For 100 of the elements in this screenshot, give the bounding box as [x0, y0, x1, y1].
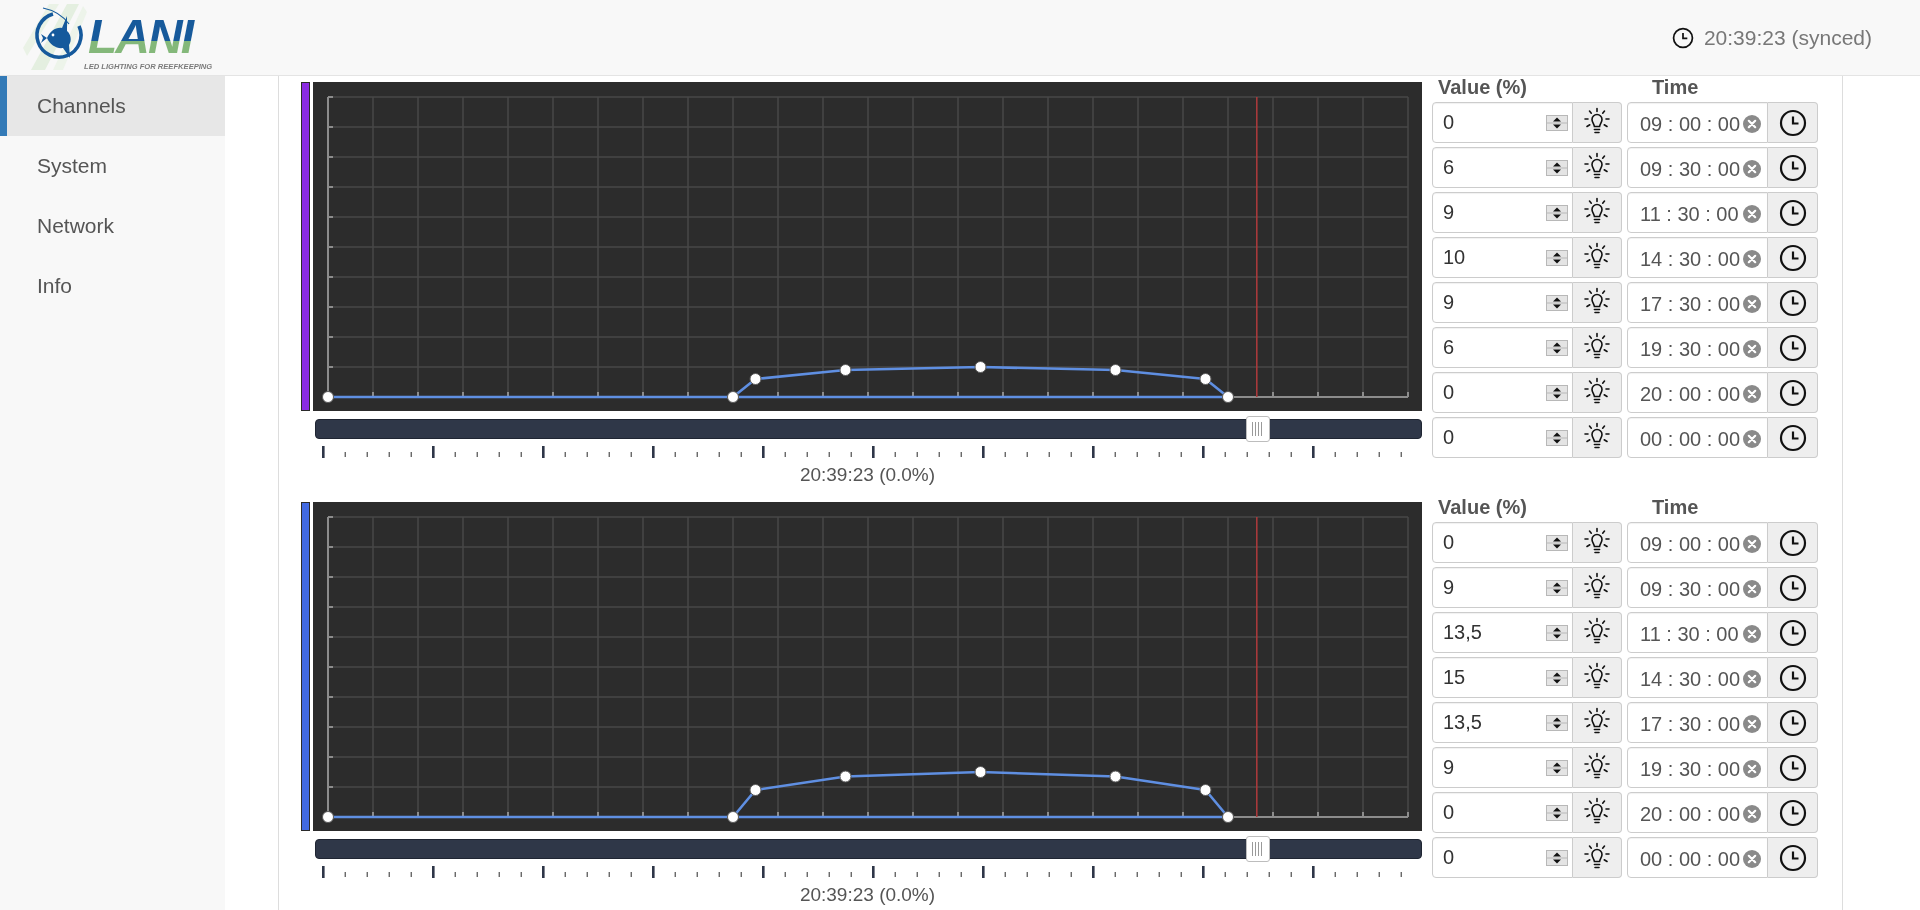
clock-button[interactable]	[1768, 837, 1818, 878]
time-input[interactable]: 14 : 30 : 00	[1627, 657, 1768, 698]
time-input[interactable]: 09 : 00 : 00	[1627, 522, 1768, 563]
time-slider-track[interactable]	[315, 419, 1422, 439]
bulb-button[interactable]	[1573, 282, 1622, 323]
clear-icon[interactable]	[1743, 115, 1761, 133]
clear-icon[interactable]	[1743, 250, 1761, 268]
value-input[interactable]: 6	[1432, 327, 1573, 368]
chart-point[interactable]	[974, 361, 987, 373]
time-input[interactable]: 09 : 30 : 00	[1627, 567, 1768, 608]
time-input[interactable]: 11 : 30 : 00	[1627, 612, 1768, 653]
clock-button[interactable]	[1768, 237, 1818, 278]
chart-point[interactable]	[1222, 811, 1234, 823]
value-input[interactable]: 6	[1432, 147, 1573, 188]
bulb-button[interactable]	[1573, 792, 1622, 833]
clock-button[interactable]	[1768, 102, 1818, 143]
chart-point[interactable]	[1222, 391, 1234, 403]
time-input[interactable]: 14 : 30 : 00	[1627, 237, 1768, 278]
slider-thumb[interactable]	[1245, 416, 1270, 442]
clear-icon[interactable]	[1743, 850, 1761, 868]
time-input[interactable]: 09 : 30 : 00	[1627, 147, 1768, 188]
value-input[interactable]: 0	[1432, 792, 1573, 833]
clear-icon[interactable]	[1743, 760, 1761, 778]
chart-point[interactable]	[1199, 784, 1212, 796]
chart-point[interactable]	[839, 364, 852, 376]
clock-button[interactable]	[1768, 522, 1818, 563]
bulb-button[interactable]	[1573, 522, 1622, 563]
clear-icon[interactable]	[1743, 805, 1761, 823]
spinner-icon[interactable]	[1546, 714, 1568, 731]
spinner-icon[interactable]	[1546, 114, 1568, 131]
spinner-icon[interactable]	[1546, 159, 1568, 176]
clear-icon[interactable]	[1743, 625, 1761, 643]
value-input[interactable]: 0	[1432, 522, 1573, 563]
chart-point[interactable]	[1109, 364, 1122, 376]
bulb-button[interactable]	[1573, 237, 1622, 278]
time-input[interactable]: 00 : 00 : 00	[1627, 417, 1768, 458]
clock-button[interactable]	[1768, 792, 1818, 833]
value-input[interactable]: 13,5	[1432, 612, 1573, 653]
clear-icon[interactable]	[1743, 580, 1761, 598]
spinner-icon[interactable]	[1546, 624, 1568, 641]
value-input[interactable]: 9	[1432, 747, 1573, 788]
value-input[interactable]: 0	[1432, 372, 1573, 413]
sidebar-item[interactable]: System	[0, 136, 225, 196]
spinner-icon[interactable]	[1546, 534, 1568, 551]
clock-button[interactable]	[1768, 747, 1818, 788]
clock-button[interactable]	[1768, 612, 1818, 653]
time-input[interactable]: 20 : 00 : 00	[1627, 792, 1768, 833]
clear-icon[interactable]	[1743, 340, 1761, 358]
spinner-icon[interactable]	[1546, 804, 1568, 821]
clock-button[interactable]	[1768, 147, 1818, 188]
value-input[interactable]: 15	[1432, 657, 1573, 698]
bulb-button[interactable]	[1573, 417, 1622, 458]
clock-button[interactable]	[1768, 567, 1818, 608]
chart-point[interactable]	[749, 373, 762, 385]
value-input[interactable]: 9	[1432, 192, 1573, 233]
chart-point[interactable]	[749, 784, 762, 796]
clock-button[interactable]	[1768, 327, 1818, 368]
time-input[interactable]: 00 : 00 : 00	[1627, 837, 1768, 878]
time-input[interactable]: 09 : 00 : 00	[1627, 102, 1768, 143]
chart-point[interactable]	[839, 770, 852, 783]
spinner-icon[interactable]	[1546, 429, 1568, 446]
chart-point[interactable]	[322, 811, 334, 823]
chart-point[interactable]	[1109, 770, 1122, 783]
bulb-button[interactable]	[1573, 747, 1622, 788]
bulb-button[interactable]	[1573, 837, 1622, 878]
chart-point[interactable]	[974, 766, 987, 778]
time-input[interactable]: 17 : 30 : 00	[1627, 702, 1768, 743]
clear-icon[interactable]	[1743, 535, 1761, 553]
clear-icon[interactable]	[1743, 385, 1761, 403]
chart-point[interactable]	[1199, 373, 1212, 385]
clock-button[interactable]	[1768, 417, 1818, 458]
time-input[interactable]: 19 : 30 : 00	[1627, 327, 1768, 368]
clock-button[interactable]	[1768, 657, 1818, 698]
clock-button[interactable]	[1768, 282, 1818, 323]
time-input[interactable]: 20 : 00 : 00	[1627, 372, 1768, 413]
value-input[interactable]: 0	[1432, 102, 1573, 143]
bulb-button[interactable]	[1573, 192, 1622, 233]
clear-icon[interactable]	[1743, 295, 1761, 313]
bulb-button[interactable]	[1573, 327, 1622, 368]
clock-button[interactable]	[1768, 702, 1818, 743]
clear-icon[interactable]	[1743, 670, 1761, 688]
spinner-icon[interactable]	[1546, 579, 1568, 596]
time-input[interactable]: 17 : 30 : 00	[1627, 282, 1768, 323]
spinner-icon[interactable]	[1546, 849, 1568, 866]
value-input[interactable]: 0	[1432, 837, 1573, 878]
spinner-icon[interactable]	[1546, 384, 1568, 401]
spinner-icon[interactable]	[1546, 294, 1568, 311]
clock-button[interactable]	[1768, 192, 1818, 233]
slider-thumb[interactable]	[1245, 836, 1270, 862]
value-input[interactable]: 10	[1432, 237, 1573, 278]
bulb-button[interactable]	[1573, 102, 1622, 143]
spinner-icon[interactable]	[1546, 204, 1568, 221]
bulb-button[interactable]	[1573, 657, 1622, 698]
value-input[interactable]: 9	[1432, 567, 1573, 608]
chart-point[interactable]	[727, 391, 739, 403]
clear-icon[interactable]	[1743, 160, 1761, 178]
bulb-button[interactable]	[1573, 372, 1622, 413]
spinner-icon[interactable]	[1546, 669, 1568, 686]
sidebar-item[interactable]: Channels	[0, 76, 225, 136]
clock-button[interactable]	[1768, 372, 1818, 413]
